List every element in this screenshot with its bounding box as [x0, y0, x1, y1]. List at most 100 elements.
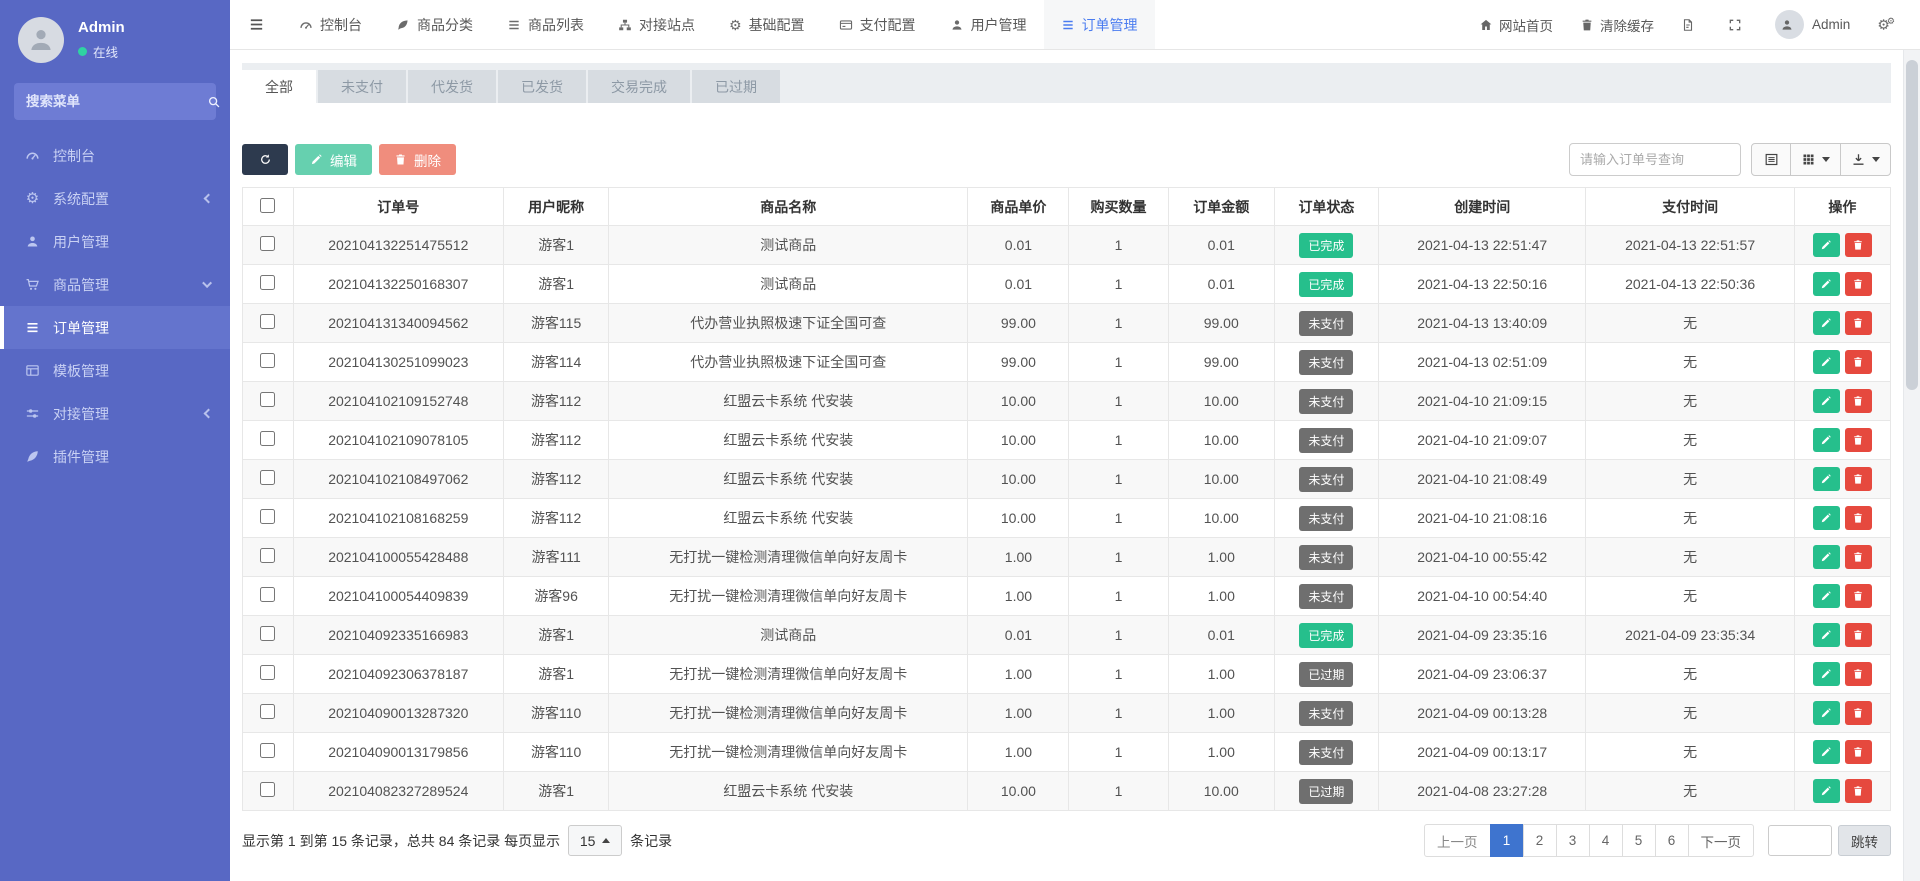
sidebar-item-template-mgmt[interactable]: 模板管理 [0, 349, 230, 392]
row-checkbox[interactable] [260, 314, 275, 329]
account-menu[interactable]: Admin [1775, 10, 1850, 39]
row-delete-button[interactable] [1845, 389, 1872, 413]
columns-button[interactable] [1790, 143, 1841, 176]
row-edit-button[interactable] [1813, 389, 1840, 413]
nav-item-order-mgmt[interactable]: 订单管理 [1044, 0, 1155, 49]
row-checkbox[interactable] [260, 353, 275, 368]
settings-button[interactable]: ⚙⚙ [1877, 17, 1898, 32]
nav-item-product-list[interactable]: 商品列表 [490, 0, 601, 49]
row-delete-button[interactable] [1845, 272, 1872, 296]
row-checkbox[interactable] [260, 548, 275, 563]
row-delete-button[interactable] [1845, 662, 1872, 686]
nav-item-payment-config[interactable]: 支付配置 [822, 0, 933, 49]
row-checkbox[interactable] [260, 626, 275, 641]
sidebar-item-integration-mgmt[interactable]: 对接管理 [0, 392, 230, 435]
row-checkbox[interactable] [260, 743, 275, 758]
pagination-page-3[interactable]: 3 [1556, 824, 1590, 857]
tab-all[interactable]: 全部 [242, 70, 316, 103]
pagination-page-1[interactable]: 1 [1490, 824, 1524, 857]
pagination-next[interactable]: 下一页 [1688, 824, 1755, 857]
row-checkbox[interactable] [260, 782, 275, 797]
row-checkbox[interactable] [260, 392, 275, 407]
row-edit-button[interactable] [1813, 428, 1840, 452]
tab-unpaid[interactable]: 未支付 [318, 70, 406, 103]
nav-item-user-mgmt[interactable]: 用户管理 [933, 0, 1044, 49]
row-checkbox[interactable] [260, 704, 275, 719]
row-delete-button[interactable] [1845, 428, 1872, 452]
row-checkbox[interactable] [260, 275, 275, 290]
pagination-page-5[interactable]: 5 [1622, 824, 1656, 857]
scrollbar[interactable] [1903, 50, 1920, 881]
row-delete-button[interactable] [1845, 467, 1872, 491]
row-edit-button[interactable] [1813, 350, 1840, 374]
export-button[interactable] [1840, 143, 1891, 176]
tab-expired[interactable]: 已过期 [692, 70, 780, 103]
row-delete-button[interactable] [1845, 545, 1872, 569]
row-checkbox[interactable] [260, 236, 275, 251]
tab-completed[interactable]: 交易完成 [588, 70, 690, 103]
sidebar-item-console[interactable]: 控制台 [0, 134, 230, 177]
sidebar-item-user-mgmt[interactable]: 用户管理 [0, 220, 230, 263]
row-checkbox[interactable] [260, 470, 275, 485]
nav-item-console[interactable]: 控制台 [282, 0, 379, 49]
tab-to-ship[interactable]: 代发货 [408, 70, 496, 103]
row-edit-button[interactable] [1813, 233, 1840, 257]
detail-view-button[interactable] [1751, 143, 1791, 176]
row-edit-button[interactable] [1813, 545, 1840, 569]
row-edit-button[interactable] [1813, 506, 1840, 530]
select-all-checkbox[interactable] [260, 198, 275, 213]
sidebar-item-plugin-mgmt[interactable]: 插件管理 [0, 435, 230, 478]
delete-button[interactable]: 删除 [379, 144, 456, 175]
row-delete-button[interactable] [1845, 740, 1872, 764]
row-edit-button[interactable] [1813, 701, 1840, 725]
sidebar-item-order-mgmt[interactable]: 订单管理 [0, 306, 230, 349]
menu-toggle-button[interactable] [230, 0, 282, 49]
row-edit-button[interactable] [1813, 740, 1840, 764]
search-icon[interactable] [207, 95, 221, 109]
row-edit-button[interactable] [1813, 779, 1840, 803]
jump-page-input[interactable] [1768, 825, 1832, 856]
tab-shipped[interactable]: 已发货 [498, 70, 586, 103]
row-edit-button[interactable] [1813, 272, 1840, 296]
pagination-page-2[interactable]: 2 [1523, 824, 1557, 857]
row-delete-button[interactable] [1845, 506, 1872, 530]
row-checkbox[interactable] [260, 431, 275, 446]
nav-item-integration-site[interactable]: 对接站点 [601, 0, 712, 49]
fullscreen-button[interactable] [1728, 18, 1748, 32]
page-size-select[interactable]: 15 [568, 825, 622, 856]
row-edit-button[interactable] [1813, 467, 1840, 491]
sidebar-search[interactable] [14, 83, 216, 120]
order-search-input[interactable] [1569, 143, 1741, 176]
log-file-button[interactable] [1681, 18, 1701, 32]
nav-item-basic-config[interactable]: ⚙基础配置 [712, 0, 822, 49]
row-edit-button[interactable] [1813, 311, 1840, 335]
row-delete-button[interactable] [1845, 350, 1872, 374]
row-delete-button[interactable] [1845, 233, 1872, 257]
row-edit-button[interactable] [1813, 662, 1840, 686]
jump-button[interactable]: 跳转 [1838, 825, 1891, 856]
pagination-page-4[interactable]: 4 [1589, 824, 1623, 857]
row-delete-button[interactable] [1845, 623, 1872, 647]
row-checkbox[interactable] [260, 509, 275, 524]
row-delete-button[interactable] [1845, 311, 1872, 335]
row-edit-button[interactable] [1813, 623, 1840, 647]
clear-cache-button[interactable]: 清除缓存 [1580, 15, 1654, 35]
nav-item-product-category[interactable]: 商品分类 [379, 0, 490, 49]
sidebar-item-product-mgmt[interactable]: 商品管理 [0, 263, 230, 306]
row-delete-button[interactable] [1845, 701, 1872, 725]
row-edit-button[interactable] [1813, 584, 1840, 608]
site-home-button[interactable]: 网站首页 [1479, 15, 1553, 35]
row-delete-button[interactable] [1845, 779, 1872, 803]
sidebar-item-system-config[interactable]: ⚙系统配置 [0, 177, 230, 220]
row-checkbox[interactable] [260, 665, 275, 680]
refresh-button[interactable] [242, 144, 288, 175]
select-all-header [243, 188, 294, 226]
status-badge: 已完成 [1299, 233, 1353, 258]
edit-button[interactable]: 编辑 [295, 144, 372, 175]
scrollbar-thumb[interactable] [1906, 60, 1918, 390]
pagination-prev[interactable]: 上一页 [1424, 824, 1491, 857]
row-checkbox[interactable] [260, 587, 275, 602]
row-delete-button[interactable] [1845, 584, 1872, 608]
sidebar-search-input[interactable] [26, 94, 207, 109]
pagination-page-6[interactable]: 6 [1655, 824, 1689, 857]
